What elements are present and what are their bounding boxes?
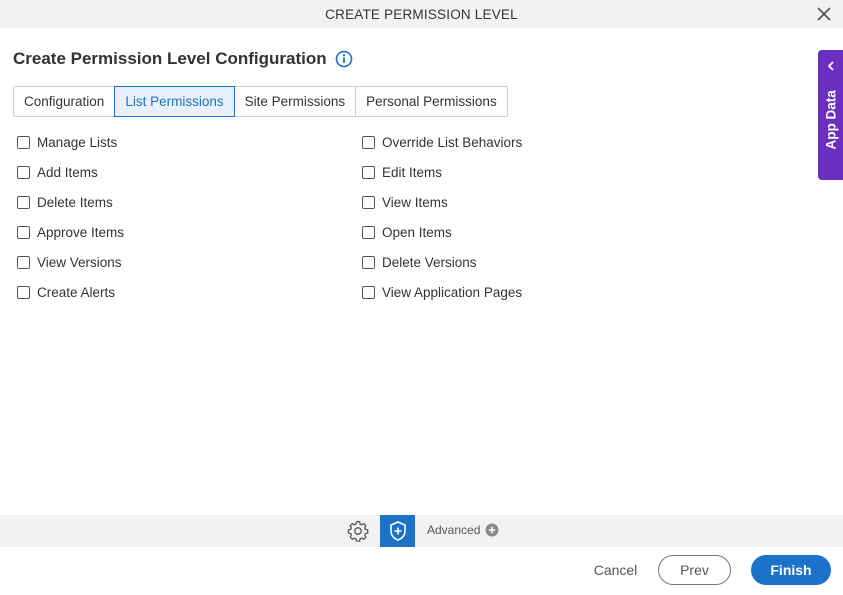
permission-override-list-behaviors[interactable]: Override List Behaviors bbox=[362, 132, 522, 152]
checkbox[interactable] bbox=[362, 285, 375, 299]
permission-label: View Application Pages bbox=[382, 284, 523, 300]
dialog-titlebar: CREATE PERMISSION LEVEL bbox=[0, 0, 843, 28]
gear-icon[interactable] bbox=[346, 519, 370, 543]
checkbox[interactable] bbox=[17, 255, 30, 269]
plus-circle-icon bbox=[485, 523, 499, 537]
permission-label: Create Alerts bbox=[37, 284, 116, 300]
permission-view-items[interactable]: View Items bbox=[362, 192, 448, 212]
tab-label: List Permissions bbox=[125, 94, 224, 109]
permission-delete-items[interactable]: Delete Items bbox=[17, 192, 113, 212]
checkbox[interactable] bbox=[17, 165, 30, 179]
permission-label: Delete Versions bbox=[382, 254, 477, 270]
checkbox[interactable] bbox=[362, 255, 375, 269]
permission-label: View Items bbox=[382, 194, 448, 210]
create-permission-level-dialog: CREATE PERMISSION LEVEL Create Permissio… bbox=[0, 0, 843, 595]
permission-label: Add Items bbox=[37, 164, 98, 180]
permission-label: Override List Behaviors bbox=[382, 134, 523, 150]
app-data-label: App Data bbox=[823, 90, 839, 150]
tab-label: Configuration bbox=[24, 94, 105, 109]
permission-label: Open Items bbox=[382, 224, 452, 240]
permission-label: Edit Items bbox=[382, 164, 443, 180]
page-heading: Create Permission Level Configuration bbox=[13, 49, 353, 69]
checkbox[interactable] bbox=[17, 195, 30, 209]
checkbox[interactable] bbox=[362, 165, 375, 179]
finish-button[interactable]: Finish bbox=[751, 555, 831, 585]
cancel-button[interactable]: Cancel bbox=[588, 555, 643, 585]
prev-button[interactable]: Prev bbox=[658, 555, 731, 585]
permission-delete-versions[interactable]: Delete Versions bbox=[362, 252, 477, 272]
chevron-left-icon bbox=[827, 61, 834, 71]
permission-tabs: Configuration List Permissions Site Perm… bbox=[13, 86, 508, 117]
checkbox[interactable] bbox=[17, 225, 30, 239]
app-data-panel-toggle[interactable]: App Data bbox=[818, 50, 843, 180]
close-icon[interactable] bbox=[815, 5, 833, 23]
permission-label: View Versions bbox=[37, 254, 122, 270]
permission-view-versions[interactable]: View Versions bbox=[17, 252, 122, 272]
checkbox[interactable] bbox=[17, 135, 30, 149]
permission-approve-items[interactable]: Approve Items bbox=[17, 222, 124, 242]
permission-open-items[interactable]: Open Items bbox=[362, 222, 452, 242]
page-title: Create Permission Level Configuration bbox=[13, 49, 327, 68]
tab-list-permissions[interactable]: List Permissions bbox=[114, 86, 235, 117]
permission-create-alerts[interactable]: Create Alerts bbox=[17, 282, 115, 302]
tab-label: Personal Permissions bbox=[366, 94, 497, 109]
shield-plus-button[interactable] bbox=[380, 515, 415, 547]
tab-site-permissions[interactable]: Site Permissions bbox=[233, 86, 357, 117]
tab-personal-permissions[interactable]: Personal Permissions bbox=[355, 86, 508, 117]
bottom-toolbar: Advanced bbox=[0, 515, 843, 547]
checkbox[interactable] bbox=[362, 135, 375, 149]
checkbox[interactable] bbox=[362, 195, 375, 209]
tab-label: Site Permissions bbox=[244, 94, 346, 109]
permission-label: Manage Lists bbox=[37, 134, 118, 150]
checkbox[interactable] bbox=[362, 225, 375, 239]
permission-edit-items[interactable]: Edit Items bbox=[362, 162, 442, 182]
dialog-title: CREATE PERMISSION LEVEL bbox=[325, 6, 518, 22]
advanced-label: Advanced bbox=[427, 523, 481, 537]
permission-label: Delete Items bbox=[37, 194, 113, 210]
permission-manage-lists[interactable]: Manage Lists bbox=[17, 132, 117, 152]
permission-view-application-pages[interactable]: View Application Pages bbox=[362, 282, 522, 302]
permission-add-items[interactable]: Add Items bbox=[17, 162, 98, 182]
permission-label: Approve Items bbox=[37, 224, 125, 240]
shield-plus-icon bbox=[389, 521, 406, 541]
info-icon[interactable] bbox=[335, 50, 353, 68]
checkbox[interactable] bbox=[17, 285, 30, 299]
advanced-button[interactable]: Advanced bbox=[427, 523, 499, 537]
tab-configuration[interactable]: Configuration bbox=[13, 86, 116, 117]
